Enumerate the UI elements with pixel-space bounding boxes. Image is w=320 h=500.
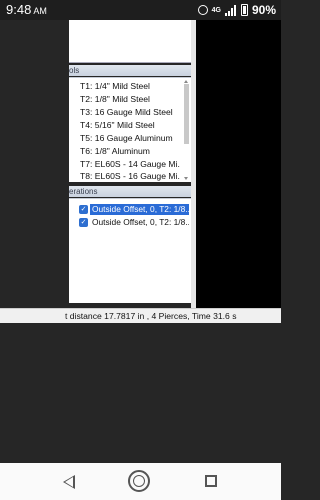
- signal-icon: [224, 4, 237, 16]
- operation-label: Outside Offset, 0, T2: 1/8...: [90, 203, 189, 215]
- tool-item[interactable]: T3: 16 Gauge Mild Steel: [80, 106, 180, 118]
- recent-apps-icon[interactable]: [205, 475, 217, 487]
- back-icon[interactable]: [63, 475, 75, 489]
- tool-item[interactable]: T1: 1/4" Mild Steel: [80, 80, 180, 92]
- tools-scrollbar[interactable]: [184, 80, 189, 180]
- checkbox-checked-icon[interactable]: ✓: [79, 217, 88, 227]
- clock: 9:48 AM: [6, 2, 47, 17]
- home-icon[interactable]: [128, 470, 150, 492]
- status-text: t distance 17.7817 in , 4 Pierces, Time …: [65, 311, 237, 321]
- status-icons: 4G 90%: [197, 3, 276, 17]
- clock-ampm: AM: [33, 6, 47, 16]
- android-nav-bar: [0, 463, 281, 500]
- operations-list[interactable]: ✓ Outside Offset, 0, T2: 1/8... ✓ Outsid…: [69, 198, 191, 303]
- tools-list[interactable]: T1: 1/4" Mild Steel T2: 1/8" Mild Steel …: [69, 77, 191, 182]
- tool-item[interactable]: T5: 16 Gauge Aluminum: [80, 132, 180, 144]
- scroll-down-arrow-icon[interactable]: [184, 177, 188, 180]
- alarm-icon: [197, 5, 208, 15]
- clock-time: 9:48: [6, 2, 32, 17]
- android-status-bar: 9:48 AM 4G 90%: [0, 0, 281, 20]
- operation-row[interactable]: ✓ Outside Offset, 0, T2: 1/8...: [79, 216, 189, 228]
- operations-panel-header: erations: [69, 186, 191, 197]
- tools-panel-header: ols: [69, 65, 191, 76]
- battery-icon: [240, 4, 248, 16]
- tool-item[interactable]: T7: EL60S - 14 Gauge Mi...: [80, 158, 180, 170]
- canvas-area[interactable]: [196, 20, 281, 308]
- empty-area: [0, 323, 281, 463]
- operation-row[interactable]: ✓ Outside Offset, 0, T2: 1/8...: [79, 203, 189, 215]
- checkbox-checked-icon[interactable]: ✓: [79, 204, 88, 214]
- battery-percent: 90%: [251, 3, 276, 17]
- tool-item[interactable]: T2: 1/8" Mild Steel: [80, 93, 180, 105]
- network-type-label: 4G: [211, 6, 221, 14]
- preview-pane: [69, 20, 192, 63]
- tool-item[interactable]: T4: 5/16" Mild Steel: [80, 119, 180, 131]
- scroll-up-arrow-icon[interactable]: [184, 80, 188, 83]
- splitter[interactable]: [191, 20, 196, 308]
- app-background-left: [0, 20, 69, 308]
- tool-item[interactable]: T6: 1/8" Aluminum: [80, 145, 180, 157]
- operation-label: Outside Offset, 0, T2: 1/8...: [92, 216, 189, 227]
- tool-item[interactable]: T8: EL60S - 16 Gauge Mi...: [80, 170, 180, 182]
- app-status-line: t distance 17.7817 in , 4 Pierces, Time …: [0, 308, 281, 324]
- scroll-thumb[interactable]: [184, 84, 189, 144]
